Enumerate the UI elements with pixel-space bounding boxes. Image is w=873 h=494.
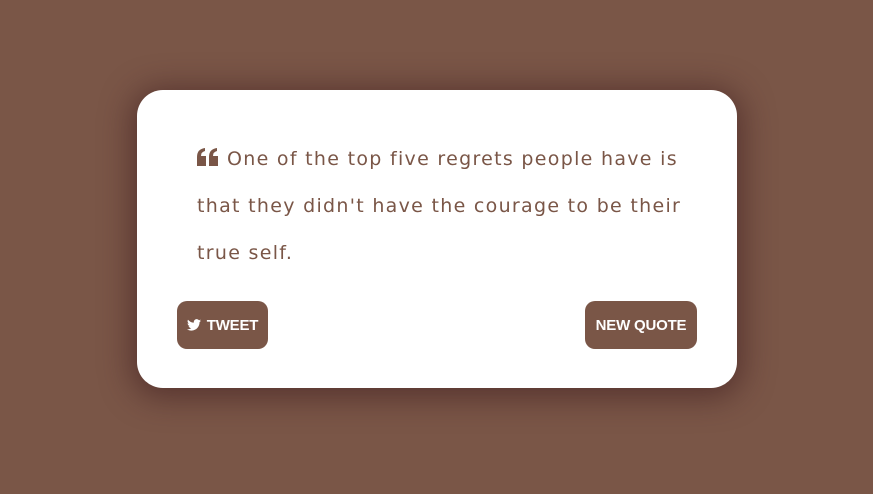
- new-quote-label: NEW QUOTE: [595, 316, 687, 334]
- new-quote-button[interactable]: NEW QUOTE: [585, 301, 697, 349]
- quote-left-icon: [197, 148, 218, 166]
- quote-text: One of the top five regrets people have …: [197, 148, 682, 264]
- quote-block: One of the top five regrets people have …: [197, 136, 687, 277]
- tweet-button[interactable]: TWEET: [177, 301, 268, 349]
- tweet-label: TWEET: [206, 316, 259, 334]
- twitter-icon: [186, 319, 201, 331]
- quote-card: One of the top five regrets people have …: [137, 90, 737, 388]
